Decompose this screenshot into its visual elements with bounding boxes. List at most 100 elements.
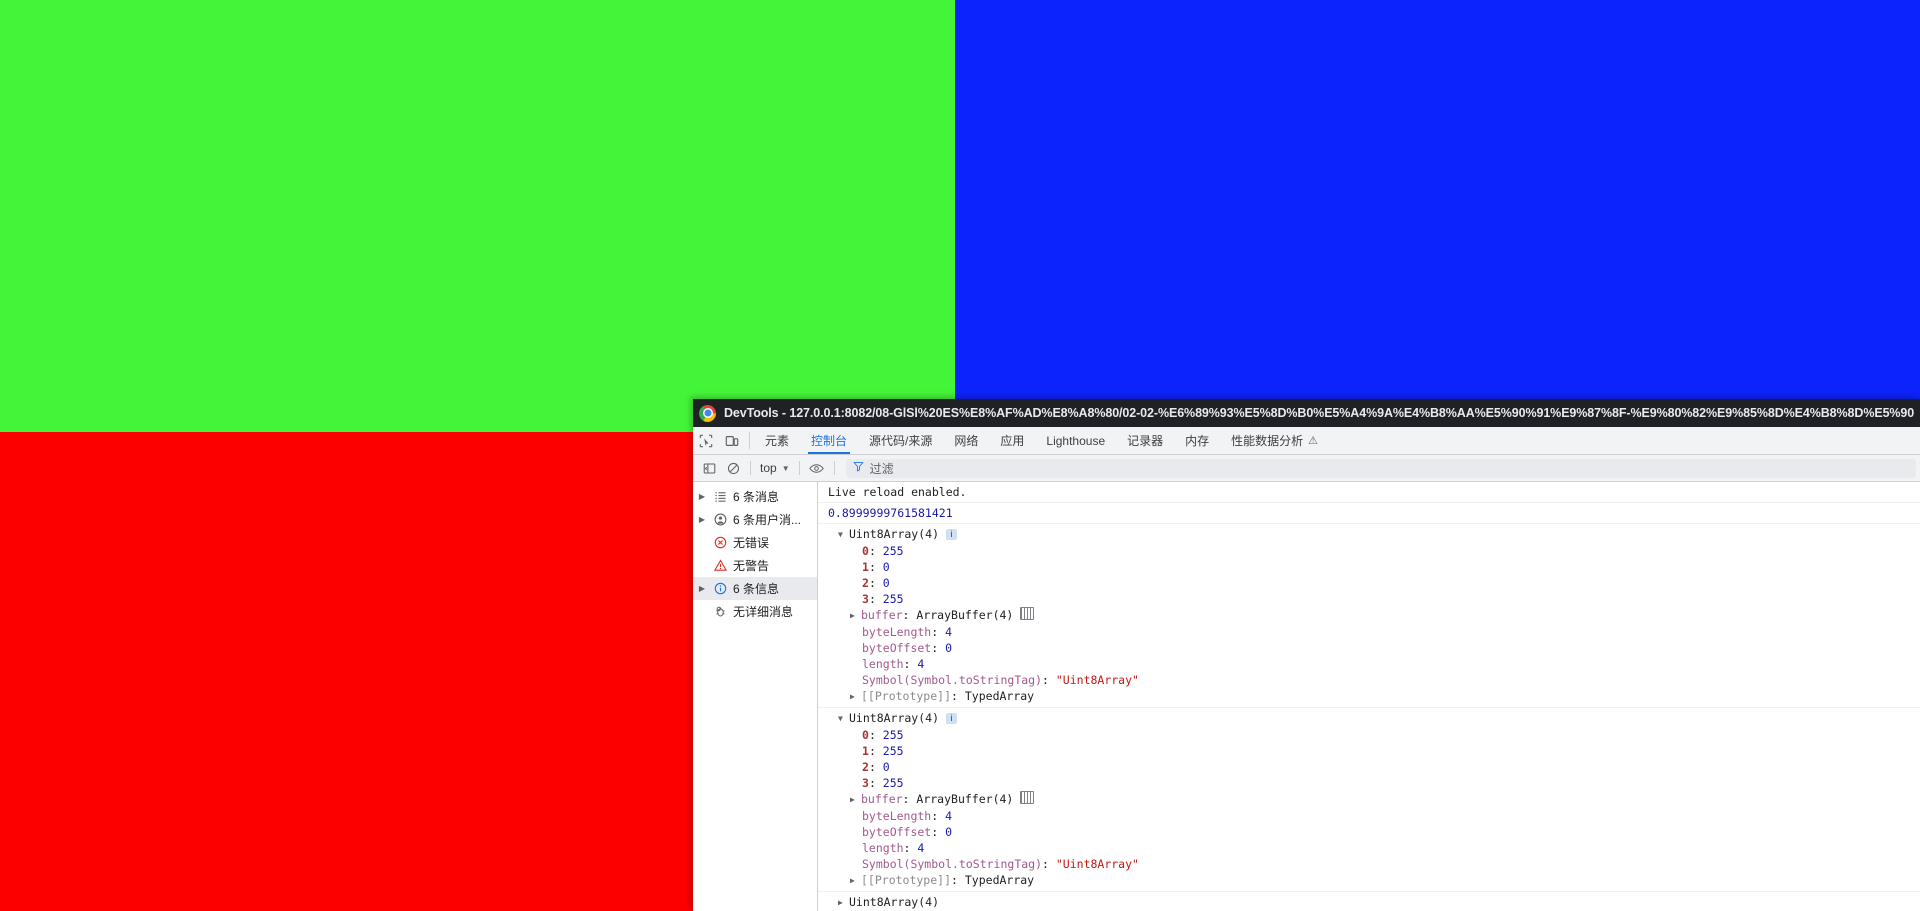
object-property-row: byteOffset: 0 xyxy=(862,825,953,839)
tab-label: Lighthouse xyxy=(1046,433,1106,448)
page-quadrant-blue xyxy=(955,0,1920,432)
clear-console-icon[interactable] xyxy=(721,458,745,478)
tabstrip-divider xyxy=(749,432,750,449)
warning-triangle-icon xyxy=(712,559,728,572)
expand-twisty-icon[interactable]: ▶ xyxy=(850,792,861,808)
property-name: byteOffset xyxy=(862,825,932,839)
expand-twisty-icon[interactable]: ▶ xyxy=(697,584,707,593)
sidebar-item-user-messages[interactable]: ▶ 6 条用户消... xyxy=(693,508,817,531)
tab-lighthouse[interactable]: Lighthouse xyxy=(1035,427,1116,454)
array-buffer-chip-icon xyxy=(1020,607,1035,620)
tab-application[interactable]: 应用 xyxy=(989,427,1035,454)
tab-label: 性能数据分析 xyxy=(1231,434,1304,448)
tab-label: 元素 xyxy=(765,434,790,448)
element-value: 255 xyxy=(882,776,904,790)
object-header[interactable]: ▼ Uint8Array(4) i xyxy=(828,710,1920,727)
info-badge-icon[interactable]: i xyxy=(945,529,957,540)
execution-context-selector[interactable]: top ▼ xyxy=(756,459,794,478)
collapse-twisty-icon[interactable]: ▼ xyxy=(838,527,849,543)
property-value: 4 xyxy=(917,657,925,671)
console-sidebar-toggle-icon[interactable] xyxy=(697,458,721,478)
property-name: byteLength xyxy=(862,809,932,823)
object-prototype-row[interactable]: ▶ [[Prototype]]: TypedArray xyxy=(828,688,1920,705)
sidebar-item-verbose[interactable]: 无详细消息 xyxy=(693,600,817,623)
object-type-name: Uint8Array(4) xyxy=(849,895,940,909)
object-type-name: Uint8Array(4) xyxy=(849,711,940,725)
property-value: 0 xyxy=(945,641,953,655)
object-property-row: byteOffset: 0 xyxy=(862,641,953,655)
info-circle-icon xyxy=(712,582,728,595)
tab-sources[interactable]: 源代码/来源 xyxy=(858,427,943,454)
expand-twisty-icon[interactable]: ▶ xyxy=(850,873,861,889)
sidebar-item-errors[interactable]: 无错误 xyxy=(693,531,817,554)
info-badge-icon[interactable]: i xyxy=(945,713,957,724)
object-header[interactable]: ▶ Uint8Array(4) xyxy=(828,894,1920,911)
object-element-row: 1: 255 xyxy=(862,744,904,758)
tab-elements[interactable]: 元素 xyxy=(754,427,800,454)
console-message-list[interactable]: Live reload enabled. 0.8999999761581421 … xyxy=(818,482,1920,911)
sidebar-item-info[interactable]: ▶ 6 条信息 xyxy=(693,577,817,600)
sidebar-item-warnings[interactable]: 无警告 xyxy=(693,554,817,577)
element-index: 3 xyxy=(862,776,869,790)
tab-label: 控制台 xyxy=(811,434,848,448)
element-index: 1 xyxy=(862,744,869,758)
element-index: 1 xyxy=(862,560,869,574)
tab-label: 应用 xyxy=(1000,434,1025,448)
expand-twisty-icon[interactable]: ▶ xyxy=(697,515,707,524)
tab-network[interactable]: 网络 xyxy=(943,427,989,454)
property-value: ArrayBuffer(4) xyxy=(916,608,1014,622)
object-property-row: length: 4 xyxy=(862,657,925,671)
chrome-logo-icon xyxy=(699,404,716,422)
object-property-row: Symbol(Symbol.toStringTag): "Uint8Array" xyxy=(862,857,1139,871)
collapse-twisty-icon[interactable]: ▼ xyxy=(838,711,849,727)
element-index: 0 xyxy=(862,544,869,558)
property-value: "Uint8Array" xyxy=(1055,673,1139,687)
property-name: [[Prototype]] xyxy=(861,873,952,887)
object-prototype-row[interactable]: ▶ [[Prototype]]: TypedArray xyxy=(828,872,1920,889)
filter-placeholder-text: 过滤 xyxy=(869,461,894,476)
object-property-row: byteLength: 4 xyxy=(862,809,953,823)
object-element-row: 1: 0 xyxy=(862,560,890,574)
console-filter-input[interactable]: 过滤 xyxy=(845,458,1916,478)
object-property-row[interactable]: ▶ buffer: ArrayBuffer(4) xyxy=(828,791,1920,808)
devtools-titlebar[interactable]: DevTools - 127.0.0.1:8082/08-GlSl%20ES%E… xyxy=(693,399,1920,427)
property-name: Symbol(Symbol.toStringTag) xyxy=(862,857,1043,871)
expand-twisty-icon[interactable]: ▶ xyxy=(850,689,861,705)
property-value: 4 xyxy=(917,841,925,855)
console-message-text: Live reload enabled. xyxy=(818,482,1920,503)
element-value: 255 xyxy=(882,728,904,742)
experimental-flask-icon: ⚠ xyxy=(1308,435,1319,447)
sidebar-item-label: 6 条信息 xyxy=(733,582,780,596)
tab-performance-insights[interactable]: 性能数据分析 ⚠ xyxy=(1220,427,1329,454)
element-value: 255 xyxy=(882,544,904,558)
property-name: length xyxy=(862,657,904,671)
element-index: 0 xyxy=(862,728,869,742)
page-quadrant-red xyxy=(0,432,693,911)
object-element-row: 2: 0 xyxy=(862,760,890,774)
expand-twisty-icon[interactable]: ▶ xyxy=(838,895,849,911)
element-value: 0 xyxy=(882,760,890,774)
sidebar-item-label: 无详细消息 xyxy=(733,605,794,619)
tab-label: 内存 xyxy=(1185,434,1210,448)
sidebar-item-label: 6 条用户消... xyxy=(733,513,802,527)
devtools-panel-tabstrip: 元素 控制台 源代码/来源 网络 应用 Lighthouse 记录器 内存 性能… xyxy=(693,427,1920,455)
console-message-object: ▶ Uint8Array(4) xyxy=(818,892,1920,911)
object-element-row: 2: 0 xyxy=(862,576,890,590)
expand-twisty-icon[interactable]: ▶ xyxy=(697,492,707,501)
sidebar-item-all-messages[interactable]: ▶ 6 条消息 xyxy=(693,485,817,508)
live-expression-eye-icon[interactable] xyxy=(805,458,829,478)
expand-twisty-icon[interactable]: ▶ xyxy=(850,608,861,624)
inspect-element-icon[interactable] xyxy=(693,427,719,454)
tab-memory[interactable]: 内存 xyxy=(1174,427,1220,454)
tab-recorder[interactable]: 记录器 xyxy=(1116,427,1174,454)
device-toolbar-icon[interactable] xyxy=(719,427,745,454)
object-property-row: Symbol(Symbol.toStringTag): "Uint8Array" xyxy=(862,673,1139,687)
tab-console[interactable]: 控制台 xyxy=(800,427,858,454)
object-property-row[interactable]: ▶ buffer: ArrayBuffer(4) xyxy=(828,607,1920,624)
sidebar-item-label: 6 条消息 xyxy=(733,490,780,504)
filter-funnel-icon xyxy=(852,461,864,475)
console-toolbar: top ▼ 过滤 xyxy=(693,455,1920,482)
object-header[interactable]: ▼ Uint8Array(4) i xyxy=(828,526,1920,543)
property-name: Symbol(Symbol.toStringTag) xyxy=(862,673,1043,687)
element-value: 255 xyxy=(882,592,904,606)
